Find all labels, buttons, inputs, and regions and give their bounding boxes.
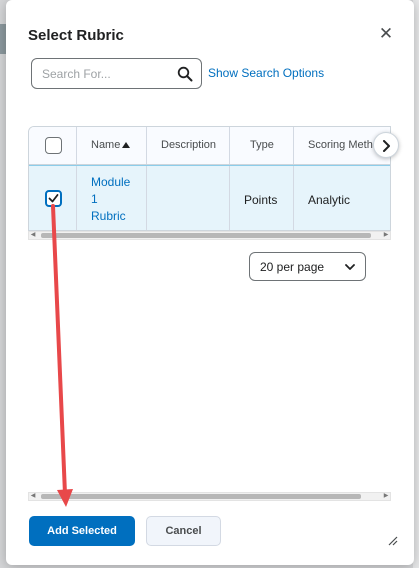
rubric-scoring-method: Analytic [308,193,351,207]
scroll-right-icon[interactable]: ▶ [382,232,390,239]
checkmark-icon [48,194,59,203]
scroll-right-icon[interactable]: ▶ [382,493,390,500]
scroll-left-icon[interactable]: ◀ [29,232,37,239]
chevron-down-icon [345,264,355,270]
rubric-table: Name Description Type Scoring Metho Modu… [28,126,391,231]
row-scoring-cell: Analytic [294,166,390,230]
search-input[interactable] [42,65,172,83]
header-type-cell[interactable]: Type [230,127,294,164]
row-checkbox[interactable] [45,190,62,207]
add-selected-button[interactable]: Add Selected [29,516,135,546]
per-page-value: 20 per page [260,260,325,274]
resize-handle-icon[interactable] [388,536,398,546]
table-header: Name Description Type Scoring Metho [29,127,390,165]
search-field[interactable] [31,58,202,89]
rubric-name-line[interactable]: Module [91,174,139,191]
search-icon[interactable] [177,66,193,82]
header-description-cell[interactable]: Description [147,127,230,164]
column-header-description[interactable]: Description [161,139,216,151]
row-description-cell [147,166,230,230]
per-page-select[interactable]: 20 per page [249,252,366,281]
chevron-right-icon [383,140,390,152]
row-type-cell: Points [230,166,294,230]
header-name-cell[interactable]: Name [77,127,147,164]
table-scrollbar-thumb[interactable] [41,233,371,238]
row-select-cell [29,166,77,230]
rubric-name-link[interactable]: Module 1 Rubric [91,174,139,225]
close-icon[interactable]: ✕ [378,25,394,42]
column-header-scoring-method[interactable]: Scoring Metho [308,139,379,151]
rubric-name-line[interactable]: 1 [91,191,139,208]
column-header-name[interactable]: Name [91,139,120,151]
table-scroll-right-button[interactable] [373,132,399,158]
row-name-cell: Module 1 Rubric [77,166,147,230]
scroll-left-icon[interactable]: ◀ [29,493,37,500]
show-search-options-link[interactable]: Show Search Options [208,66,324,80]
table-row[interactable]: Module 1 Rubric Points Analytic [29,165,390,230]
rubric-type: Points [244,193,278,207]
cancel-button[interactable]: Cancel [146,516,221,546]
header-select-cell [29,127,77,164]
dialog-title: Select Rubric [28,27,124,44]
table-horizontal-scrollbar[interactable]: ◀ ▶ [28,231,391,240]
sort-ascending-icon [122,142,130,148]
dialog-scrollbar-thumb[interactable] [41,494,361,499]
select-rubric-dialog: Select Rubric ✕ Show Search Options Name… [6,0,414,565]
column-header-type[interactable]: Type [250,139,274,151]
select-all-checkbox[interactable] [45,137,62,154]
dialog-horizontal-scrollbar[interactable]: ◀ ▶ [28,492,391,501]
rubric-name-line[interactable]: Rubric [91,208,139,225]
